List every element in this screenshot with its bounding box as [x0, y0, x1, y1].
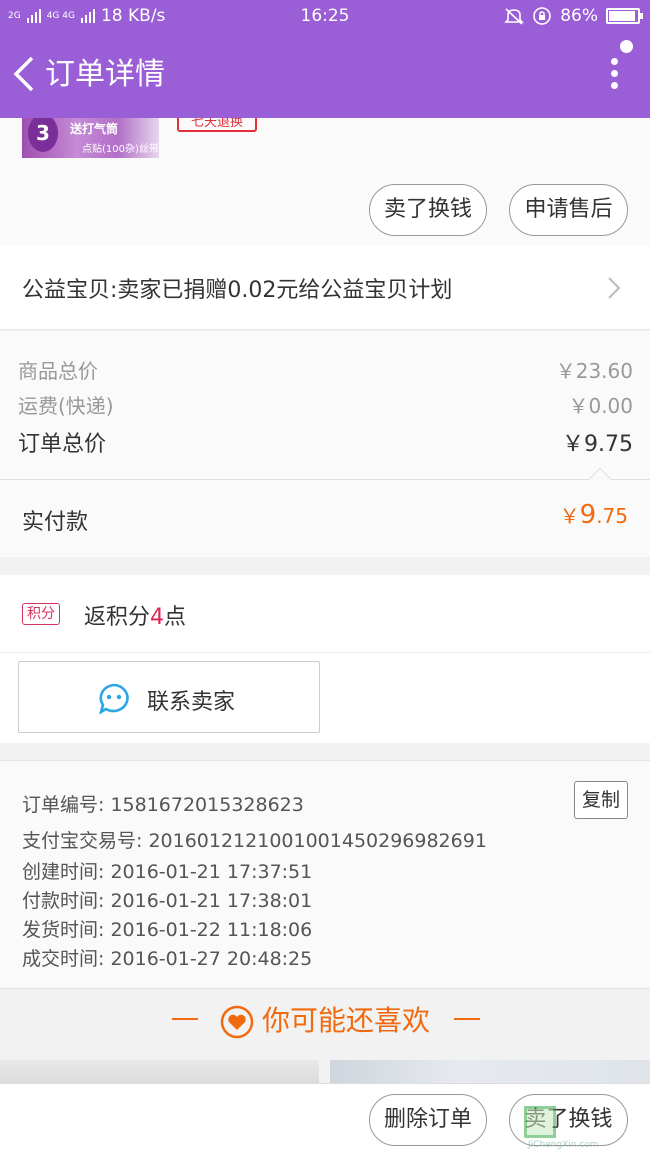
- bottom-action-bar: 删除订单 卖了换钱 JiChengXin.com: [0, 1083, 650, 1155]
- page-title: 订单详情: [45, 57, 165, 92]
- paid-currency: ￥: [559, 504, 580, 528]
- recommend-header: 你可能还喜欢: [0, 988, 650, 1050]
- order-total-label: 订单总价: [18, 432, 107, 457]
- rotation-lock-icon: [533, 7, 552, 25]
- recommend-title-wrap: 你可能还喜欢: [0, 999, 650, 1039]
- delete-order-button[interactable]: 删除订单: [369, 1094, 487, 1146]
- chevron-right-icon: [608, 277, 621, 299]
- after-sale-button[interactable]: 申请售后: [509, 184, 628, 236]
- order-number: 订单编号: 1581672015328623: [22, 794, 304, 816]
- points-row: 积分 返积分4点: [0, 575, 650, 653]
- paid-amount: ￥9.75: [560, 500, 628, 530]
- status-bar: 2G 4G 4G 18 KB/s 16:25 86%: [0, 0, 650, 32]
- completed-time: 成交时间: 2016-01-27 20:48:25: [22, 948, 313, 970]
- order-total-value: ￥9.75: [562, 432, 633, 457]
- created-time: 创建时间: 2016-01-21 17:37:51: [22, 861, 313, 883]
- goods-total-value: ￥23.60: [555, 359, 633, 383]
- alipay-transaction-number: 支付宝交易号: 2016012121001001450296982691: [22, 830, 487, 852]
- order-info: 订单编号: 1581672015328623 复制 支付宝交易号: 201601…: [0, 760, 650, 988]
- return-policy-tag: 七天退换: [177, 118, 257, 132]
- shipping-label: 运费(快递): [18, 394, 114, 418]
- points-count: 4: [150, 605, 165, 630]
- goods-total-label: 商品总价: [18, 359, 98, 383]
- watermark-logo: JiChengXin.com: [524, 1106, 644, 1152]
- product-section: 3 送打气筒 点贴(100杂)丝带(30米) 七天退换 卖了换钱 申请售后: [0, 118, 650, 246]
- watermark-square: [524, 1106, 556, 1138]
- mute-icon: [504, 8, 525, 25]
- paid-label: 实付款: [22, 510, 89, 535]
- paid-integer: 9: [579, 500, 597, 530]
- charity-text: 公益宝贝:卖家已捐赠0.02元给公益宝贝计划: [22, 278, 453, 303]
- points-suffix: 点: [164, 605, 187, 630]
- shipped-time: 发货时间: 2016-01-22 11:18:06: [22, 919, 313, 941]
- charity-row[interactable]: 公益宝贝:卖家已捐赠0.02元给公益宝贝计划: [0, 246, 650, 330]
- app-header: 订单详情: [0, 32, 650, 118]
- recommend-title: 你可能还喜欢: [261, 1004, 430, 1037]
- chat-bubble-icon: [99, 683, 129, 714]
- contact-seller-button[interactable]: 联系卖家: [18, 661, 320, 733]
- points-prefix: 返积分: [84, 605, 151, 630]
- notification-dot: [620, 40, 633, 53]
- points-text: 返积分4点: [84, 599, 186, 631]
- battery-percent: 86%: [560, 6, 598, 26]
- shipping-value: ￥0.00: [568, 394, 633, 418]
- paid-time: 付款时间: 2016-01-21 17:38:01: [22, 890, 313, 912]
- watermark-text: JiChengXin.com: [528, 1140, 599, 1150]
- thumbnail-text-2: 点贴(100杂)丝带(30米): [82, 144, 159, 155]
- contact-seller-label: 联系卖家: [147, 690, 236, 715]
- points-badge: 积分: [22, 603, 60, 625]
- price-summary: 商品总价 ￥23.60 运费(快递) ￥0.00 订单总价 ￥9.75: [0, 331, 650, 479]
- paid-amount-row: 实付款 ￥9.75: [0, 467, 650, 557]
- thumbnail-text-1: 送打气筒: [70, 122, 119, 136]
- copy-button[interactable]: 复制: [574, 781, 628, 819]
- contact-area: 联系卖家: [0, 653, 650, 743]
- product-thumbnail[interactable]: 3 送打气筒 点贴(100杂)丝带(30米): [22, 118, 159, 158]
- more-menu-icon[interactable]: [608, 58, 620, 96]
- thumbnail-number: 3: [28, 118, 58, 152]
- sell-for-cash-button[interactable]: 卖了换钱: [369, 184, 487, 236]
- paid-decimal: .75: [596, 504, 628, 528]
- heart-icon: [220, 1005, 254, 1039]
- battery-icon: [606, 8, 643, 24]
- back-arrow-icon[interactable]: [10, 54, 40, 94]
